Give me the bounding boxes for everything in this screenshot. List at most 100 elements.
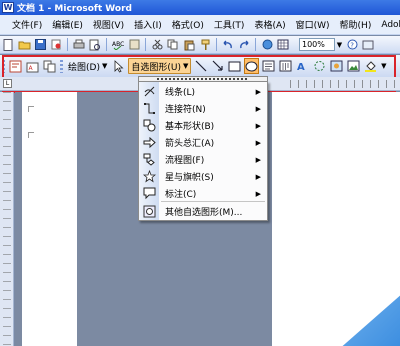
menu-item-stars-banners[interactable]: 星与旗帜(S) ▶ bbox=[139, 168, 267, 185]
drawing-toolbar: A 绘图(D) ▼ 自选图形(U) ▼ A ▼ bbox=[0, 55, 400, 77]
lines-icon bbox=[142, 85, 156, 99]
watermark-text: g bbox=[322, 320, 333, 336]
arrow-icon[interactable] bbox=[210, 58, 225, 74]
menu-item-label: 连接符(N) bbox=[165, 105, 206, 115]
block-arrows-icon bbox=[142, 136, 156, 150]
window-title: 文档 1 - Microsoft Word bbox=[17, 4, 132, 14]
hyperlink-icon[interactable] bbox=[260, 38, 274, 52]
margin-mark bbox=[28, 106, 34, 112]
toolbar-separator bbox=[216, 38, 217, 51]
insert-frame-icon[interactable] bbox=[8, 58, 23, 74]
chevron-down-icon: ▼ bbox=[182, 62, 189, 70]
menu-item-basic-shapes[interactable]: 基本形状(B) ▶ bbox=[139, 117, 267, 134]
oval-icon[interactable] bbox=[244, 58, 260, 74]
menu-window[interactable]: 窗口(W) bbox=[291, 18, 335, 31]
new-document-icon[interactable] bbox=[1, 38, 15, 52]
clip-art-icon[interactable] bbox=[329, 58, 344, 74]
open-folder-icon[interactable] bbox=[17, 38, 31, 52]
submenu-arrow-icon: ▶ bbox=[255, 121, 261, 130]
vertical-textbox-icon[interactable] bbox=[278, 58, 293, 74]
more-autoshapes-icon bbox=[142, 205, 156, 219]
textbox-icon[interactable] bbox=[261, 58, 276, 74]
vertical-ruler bbox=[0, 92, 14, 346]
toolbar-separator bbox=[145, 38, 146, 51]
tab-selector-icon[interactable]: L bbox=[3, 79, 12, 88]
undo-icon[interactable] bbox=[221, 38, 235, 52]
print-icon[interactable] bbox=[72, 38, 86, 52]
insert-textbox-icon[interactable]: A bbox=[25, 58, 40, 74]
chevron-down-icon[interactable]: ▼ bbox=[380, 58, 387, 74]
toolbar-grip-icon[interactable] bbox=[1, 58, 6, 74]
submenu-arrow-icon: ▶ bbox=[255, 138, 261, 147]
menu-file[interactable]: 文件(F) bbox=[7, 18, 47, 31]
menu-table[interactable]: 表格(A) bbox=[249, 18, 290, 31]
read-mode-icon[interactable] bbox=[361, 38, 375, 52]
toolbar-separator bbox=[106, 38, 107, 51]
menu-item-block-arrows[interactable]: 箭头总汇(A) ▶ bbox=[139, 134, 267, 151]
fill-color-icon[interactable] bbox=[363, 58, 378, 74]
document-page-right[interactable] bbox=[272, 92, 400, 346]
print-preview-icon[interactable] bbox=[88, 38, 102, 52]
menu-item-callouts[interactable]: 标注(C) ▶ bbox=[139, 185, 267, 202]
standard-toolbar: ABC 100% ▼ ? bbox=[0, 36, 400, 54]
save-icon[interactable] bbox=[33, 38, 47, 52]
select-objects-icon[interactable] bbox=[111, 58, 126, 74]
autoshapes-menu-button[interactable]: 自选图形(U) ▼ bbox=[128, 58, 192, 74]
chevron-down-icon: ▼ bbox=[101, 62, 108, 70]
autoshapes-dropdown-menu: 线条(L) ▶ 连接符(N) ▶ 基本形状(B) ▶ 箭头总汇(A) ▶ 流程图… bbox=[138, 81, 268, 221]
submenu-arrow-icon: ▶ bbox=[255, 172, 261, 181]
menu-adobe[interactable]: Adobe bbox=[376, 20, 400, 30]
menu-insert[interactable]: 插入(I) bbox=[129, 18, 167, 31]
table-icon[interactable] bbox=[276, 38, 290, 52]
svg-text:?: ? bbox=[350, 41, 354, 49]
copy-icon[interactable] bbox=[166, 38, 180, 52]
link-textbox-icon[interactable] bbox=[42, 58, 57, 74]
redo-icon[interactable] bbox=[237, 38, 251, 52]
connector-icon bbox=[142, 102, 156, 116]
document-page[interactable] bbox=[22, 92, 77, 346]
flowchart-icon bbox=[142, 153, 156, 167]
menu-item-label: 基本形状(B) bbox=[165, 122, 215, 132]
zoom-dropdown-icon[interactable]: ▼ bbox=[335, 38, 344, 51]
diagram-icon[interactable] bbox=[312, 58, 327, 74]
submenu-arrow-icon: ▶ bbox=[255, 104, 261, 113]
menu-item-label: 流程图(F) bbox=[165, 156, 205, 166]
paste-icon[interactable] bbox=[182, 38, 196, 52]
menu-item-label: 标注(C) bbox=[165, 190, 197, 200]
help-icon[interactable]: ? bbox=[345, 38, 359, 52]
menu-view[interactable]: 视图(V) bbox=[88, 18, 129, 31]
basic-shapes-icon bbox=[142, 119, 156, 133]
menu-item-label: 线条(L) bbox=[165, 88, 196, 98]
spelling-icon[interactable]: ABC bbox=[111, 38, 125, 52]
title-bar: W 文档 1 - Microsoft Word bbox=[0, 0, 400, 15]
menu-tools[interactable]: 工具(T) bbox=[209, 18, 250, 31]
insert-picture-icon[interactable] bbox=[346, 58, 361, 74]
margin-mark bbox=[28, 132, 34, 138]
wordart-icon[interactable]: A bbox=[295, 58, 310, 74]
format-painter-icon[interactable] bbox=[198, 38, 212, 52]
tear-off-grip bbox=[157, 78, 247, 80]
permission-icon[interactable] bbox=[49, 38, 63, 52]
toolbar-grip-icon[interactable] bbox=[59, 58, 64, 74]
menu-item-flowchart[interactable]: 流程图(F) ▶ bbox=[139, 151, 267, 168]
submenu-arrow-icon: ▶ bbox=[255, 189, 261, 198]
line-icon[interactable] bbox=[193, 58, 208, 74]
menu-format[interactable]: 格式(O) bbox=[167, 18, 209, 31]
menu-item-lines[interactable]: 线条(L) ▶ bbox=[139, 83, 267, 100]
autoshapes-menu-label: 自选图形(U) bbox=[131, 62, 181, 73]
menu-help[interactable]: 帮助(H) bbox=[335, 18, 377, 31]
menu-item-connectors[interactable]: 连接符(N) ▶ bbox=[139, 100, 267, 117]
menu-bar: 文件(F) 编辑(E) 视图(V) 插入(I) 格式(O) 工具(T) 表格(A… bbox=[0, 15, 400, 35]
menu-item-label: 其他自选图形(M)... bbox=[165, 208, 243, 218]
rectangle-icon[interactable] bbox=[227, 58, 242, 74]
menu-item-label: 星与旗帜(S) bbox=[165, 173, 214, 183]
draw-menu-button[interactable]: 绘图(D) ▼ bbox=[66, 58, 109, 74]
submenu-arrow-icon: ▶ bbox=[255, 87, 261, 96]
menu-item-more-autoshapes[interactable]: 其他自选图形(M)... bbox=[139, 203, 267, 220]
cut-icon[interactable] bbox=[150, 38, 164, 52]
svg-text:ABC: ABC bbox=[112, 41, 124, 48]
research-icon[interactable] bbox=[127, 38, 141, 52]
zoom-field[interactable]: 100% bbox=[299, 38, 335, 51]
menu-edit[interactable]: 编辑(E) bbox=[47, 18, 88, 31]
toolbar-separator bbox=[67, 38, 68, 51]
